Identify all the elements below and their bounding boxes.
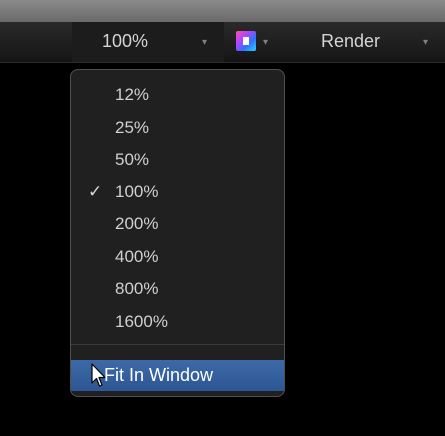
zoom-dropdown-arrow-icon: ▾ (202, 37, 208, 48)
menu-item-zoom-400[interactable]: 400% (115, 247, 158, 267)
zoom-level-menu: 12% 25% 50% ✓ 100% 200% 400% 800% 1600% … (70, 69, 285, 397)
window-title-bar (0, 0, 445, 22)
checkmark-icon: ✓ (88, 182, 103, 201)
zoom-level-value: 100% (102, 31, 149, 51)
viewer-toolbar: 100% ▾ ▾ Render ▾ (0, 22, 445, 63)
color-view-icon-center (243, 37, 249, 45)
menu-item-zoom-12[interactable]: 12% (115, 85, 149, 105)
fit-in-window-label: Fit In Window (104, 365, 214, 385)
mouse-pointer-icon (91, 363, 106, 387)
menu-separator (71, 344, 284, 345)
zoom-level-popup[interactable]: 100% ▾ (72, 22, 224, 62)
render-label: Render (321, 31, 381, 51)
menu-item-zoom-25[interactable]: 25% (115, 118, 149, 138)
menu-item-zoom-800[interactable]: 800% (115, 279, 158, 299)
menu-item-zoom-100[interactable]: 100% (115, 182, 158, 202)
menu-item-zoom-50[interactable]: 50% (115, 150, 149, 170)
menu-item-zoom-200[interactable]: 200% (115, 214, 158, 234)
render-popup-button[interactable]: Render ▾ (307, 22, 445, 62)
view-options-dropdown-arrow-icon[interactable]: ▾ (263, 37, 268, 48)
render-dropdown-arrow-icon: ▾ (423, 37, 429, 48)
menu-item-zoom-1600[interactable]: 1600% (115, 312, 168, 332)
color-view-icon[interactable] (236, 31, 256, 51)
